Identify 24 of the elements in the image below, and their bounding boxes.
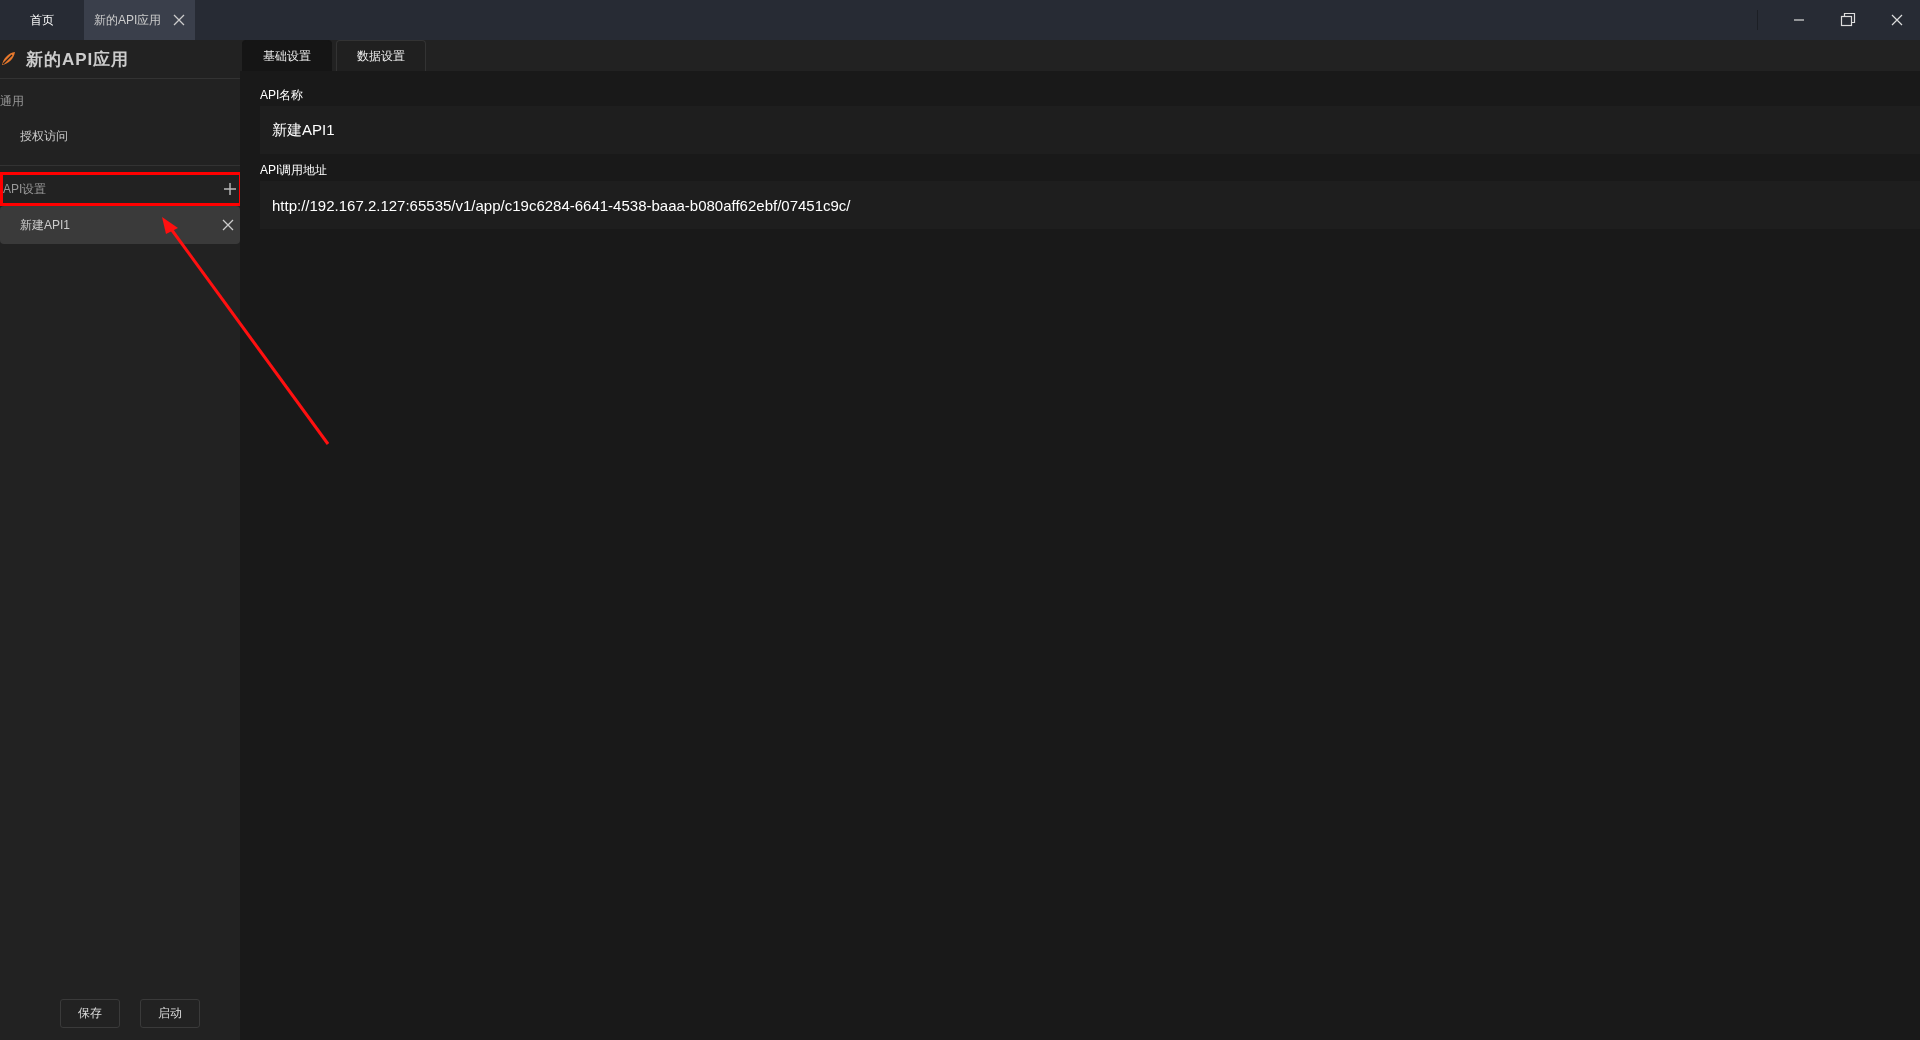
restore-icon[interactable]: [1840, 12, 1856, 28]
close-icon[interactable]: [1890, 13, 1904, 27]
window-tab[interactable]: 新的API应用: [84, 0, 196, 40]
section-title: API设置: [3, 180, 47, 198]
plus-icon[interactable]: [223, 182, 237, 196]
item-label: 授权访问: [20, 127, 68, 145]
sidebar-item[interactable]: 新建API1: [0, 206, 240, 244]
sidebar-item[interactable]: 授权访问: [0, 117, 240, 155]
input-field[interactable]: 新建API1: [260, 106, 1920, 154]
item-label: 新建API1: [20, 216, 70, 234]
tab[interactable]: 数据设置: [336, 40, 426, 71]
section-title: 通用: [0, 92, 24, 110]
close-icon[interactable]: [222, 219, 234, 231]
input-field[interactable]: http://192.167.2.127:65535/v1/app/c19c6284-6641-4538-baaa-b080aff62ebf/07451c9c/: [260, 181, 1920, 229]
field-label: API调用地址: [260, 162, 329, 179]
field-label: API名称: [260, 87, 305, 104]
close-icon[interactable]: [173, 14, 186, 26]
sidebar-button[interactable]: 保存: [60, 999, 120, 1028]
tab-label: 首页: [30, 11, 54, 29]
app-title: 新的API应用: [26, 48, 130, 71]
tab[interactable]: 基础设置: [242, 40, 332, 71]
window-tab[interactable]: 首页: [0, 0, 84, 40]
tab-label: 新的API应用: [94, 11, 162, 29]
sidebar-button[interactable]: 启动: [140, 999, 200, 1028]
